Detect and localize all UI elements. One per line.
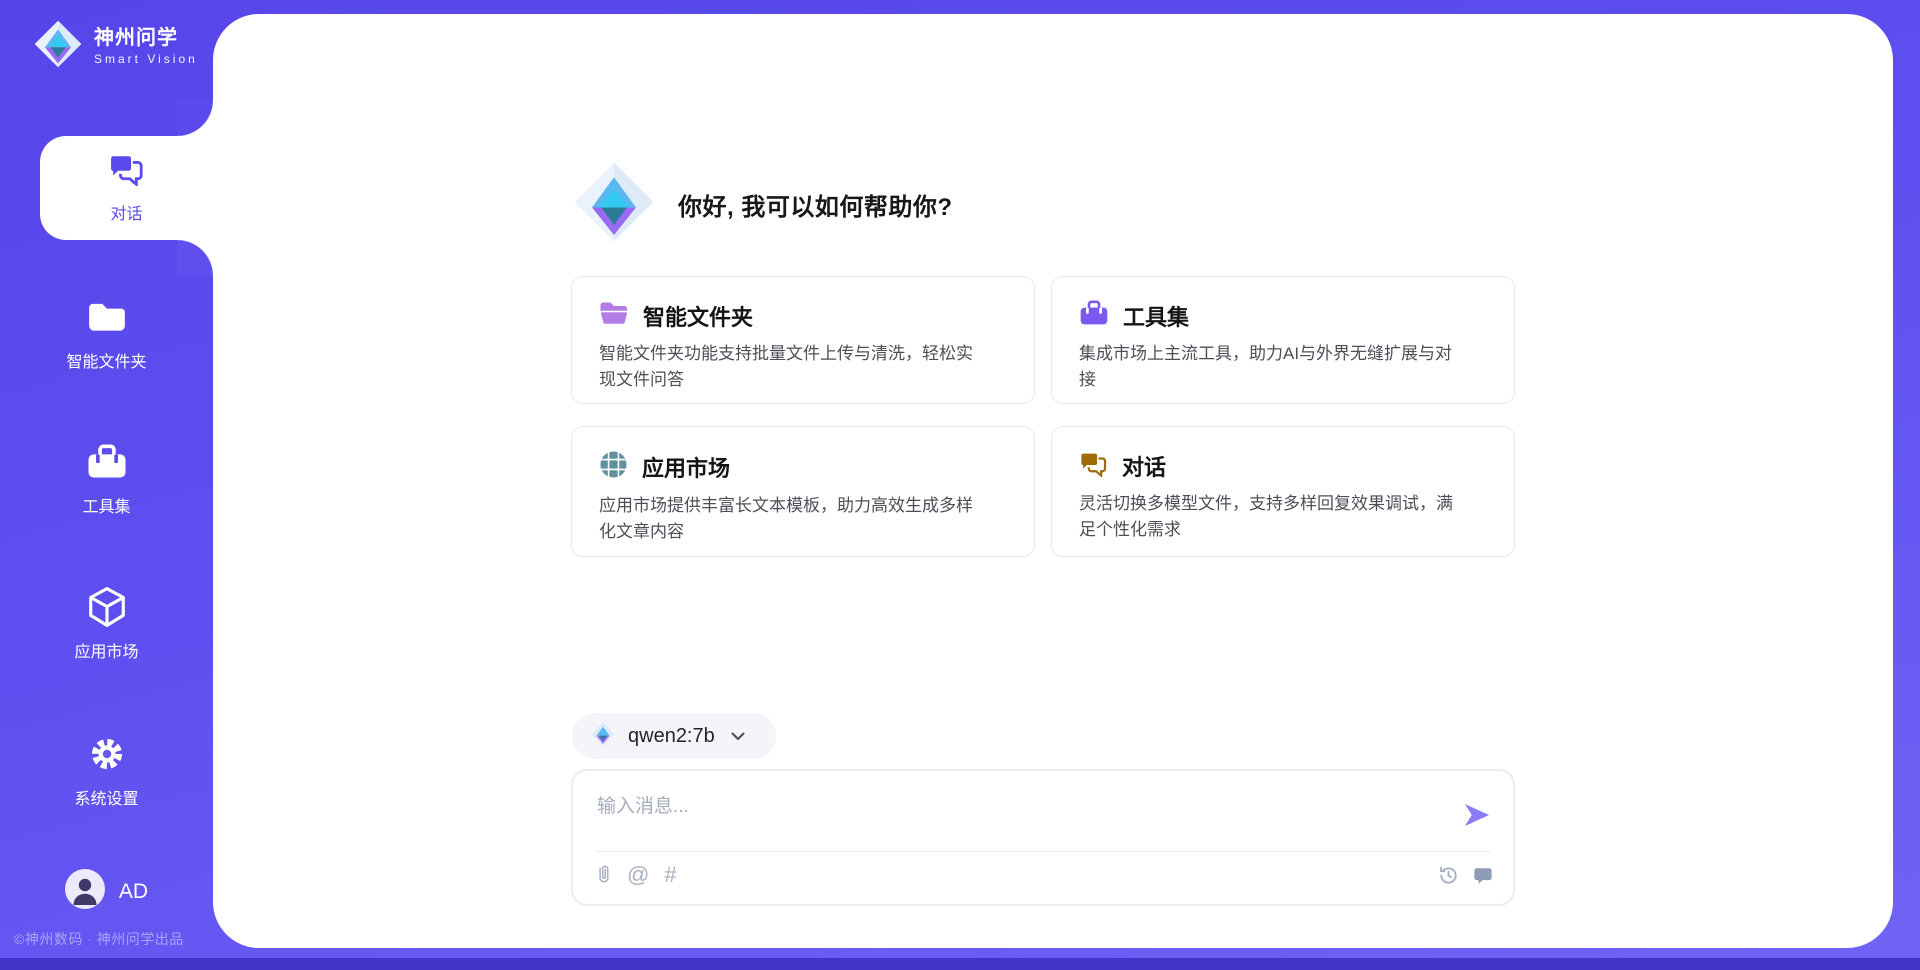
sidebar-item-toolset[interactable]: 工具集 <box>0 441 213 517</box>
card-app-market[interactable]: 应用市场 应用市场提供丰富长文本模板，助力高效生成多样化文章内容 <box>571 426 1035 557</box>
card-title: 工具集 <box>1123 300 1189 332</box>
main-panel: 你好, 我可以如何帮助你? 智能文件夹 智能文件夹功能支持批量文件上传与清洗，轻… <box>213 14 1893 948</box>
feature-cards: 智能文件夹 智能文件夹功能支持批量文件上传与清洗，轻松实现文件问答 工具集 <box>571 276 1515 557</box>
card-title: 对话 <box>1122 450 1166 482</box>
chat-icon <box>108 153 145 191</box>
sidebar-item-label: 系统设置 <box>74 785 138 809</box>
card-smart-folder[interactable]: 智能文件夹 智能文件夹功能支持批量文件上传与清洗，轻松实现文件问答 <box>571 276 1035 404</box>
greeting-block: 你好, 我可以如何帮助你? <box>570 158 953 251</box>
user-initials: AD <box>119 880 148 904</box>
model-diamond-icon <box>590 721 616 752</box>
sidebar: 神州问学 Smart Vision 对话 智能文件夹 <box>0 0 213 970</box>
sidebar-item-chat[interactable]: 对话 <box>40 136 213 240</box>
mention-icon[interactable]: @ <box>627 864 649 886</box>
card-title: 应用市场 <box>642 451 730 483</box>
card-description: 集成市场上主流工具，助力AI与外界无缝扩展与对接 <box>1079 341 1457 393</box>
user-profile[interactable]: AD <box>0 869 213 914</box>
model-selector[interactable]: qwen2:7b <box>572 713 776 759</box>
grid-globe-icon <box>599 450 628 484</box>
sidebar-item-label: 对话 <box>110 200 142 224</box>
app-window: 你好, 我可以如何帮助你? 智能文件夹 智能文件夹功能支持批量文件上传与清洗，轻… <box>0 0 1920 970</box>
sidebar-item-app-market[interactable]: 应用市场 <box>0 586 213 662</box>
folder-open-icon <box>599 301 629 332</box>
sidebar-item-label: 工具集 <box>82 493 130 517</box>
composer-tools-right <box>1438 865 1493 886</box>
card-description: 智能文件夹功能支持批量文件上传与清洗，轻松实现文件问答 <box>599 341 977 393</box>
brand-diamond-icon <box>32 18 84 75</box>
sidebar-footer: ©神州数码 · 神州问学出品 <box>14 929 184 949</box>
card-description: 应用市场提供丰富长文本模板，助力高效生成多样化文章内容 <box>599 493 977 545</box>
sidebar-item-settings[interactable]: 系统设置 <box>0 733 213 809</box>
feedback-bubble-icon[interactable] <box>1473 866 1493 886</box>
card-title: 智能文件夹 <box>643 300 753 332</box>
card-chat[interactable]: 对话 灵活切换多模型文件，支持多样回复效果调试，满足个性化需求 <box>1051 426 1515 557</box>
cube-icon <box>87 586 127 628</box>
card-description: 灵活切换多模型文件，支持多样回复效果调试，满足个性化需求 <box>1079 491 1457 543</box>
history-icon[interactable] <box>1438 865 1459 886</box>
attach-icon[interactable] <box>595 863 612 886</box>
brand-name: 神州问学 <box>94 27 198 49</box>
sidebar-item-label: 应用市场 <box>74 638 138 662</box>
chevron-down-icon <box>731 732 745 741</box>
brand-logo: 神州问学 Smart Vision <box>32 18 198 75</box>
briefcase-icon <box>86 441 128 483</box>
folder-icon <box>86 296 128 338</box>
message-composer: @ # <box>571 769 1515 906</box>
card-toolset[interactable]: 工具集 集成市场上主流工具，助力AI与外界无缝扩展与对接 <box>1051 276 1515 404</box>
composer-tools-left: @ # <box>595 863 677 886</box>
brand-diamond-icon <box>570 158 658 251</box>
gear-icon <box>87 733 127 775</box>
sidebar-item-smart-folder[interactable]: 智能文件夹 <box>0 296 213 372</box>
sidebar-item-label: 智能文件夹 <box>66 348 146 372</box>
briefcase-icon <box>1079 300 1109 332</box>
greeting-title: 你好, 我可以如何帮助你? <box>678 187 953 222</box>
chat-icon <box>1079 451 1108 482</box>
brand-subtitle: Smart Vision <box>94 53 198 66</box>
model-name: qwen2:7b <box>628 725 715 748</box>
send-icon[interactable] <box>1461 799 1493 831</box>
hashtag-icon[interactable]: # <box>664 864 676 886</box>
bottom-strip <box>0 958 1920 970</box>
avatar <box>65 869 105 914</box>
message-input[interactable] <box>597 785 1417 829</box>
composer-divider <box>595 851 1491 852</box>
